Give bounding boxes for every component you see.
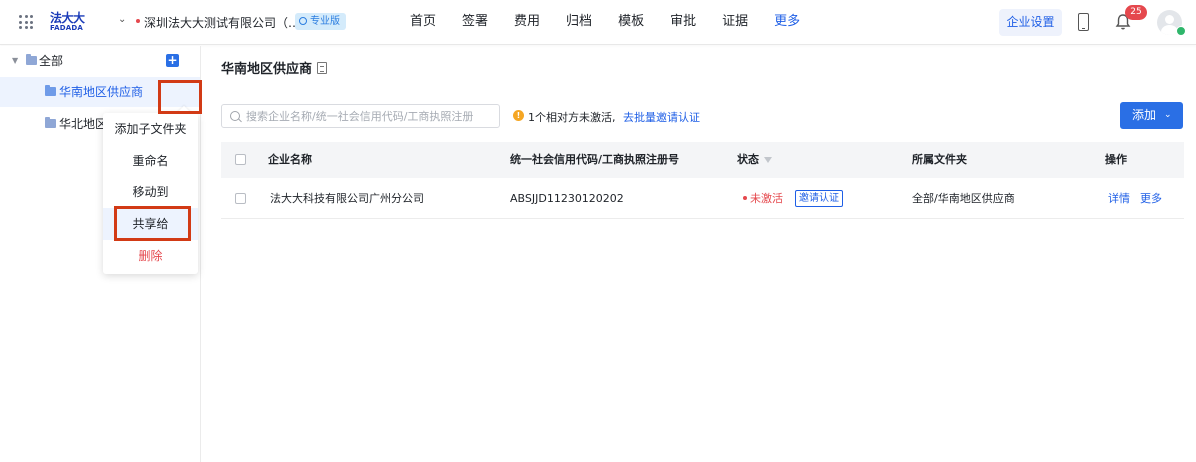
table-row: 法大大科技有限公司广州分公司 ABSJJD11230120202 未激活 邀请认… bbox=[221, 178, 1184, 219]
batch-invite-link[interactable]: 去批量邀请认证 bbox=[623, 109, 700, 125]
diamond-icon bbox=[299, 17, 307, 25]
search-box bbox=[221, 104, 500, 128]
add-button[interactable]: 添加 ⌄ bbox=[1120, 102, 1183, 129]
notice-text: 1个相对方未激活, bbox=[528, 111, 616, 124]
tree-item-label: 华北地区 bbox=[59, 117, 108, 131]
filter-icon[interactable] bbox=[764, 157, 772, 163]
edition-badge-label: 专业版 bbox=[310, 16, 340, 27]
menu-move-to[interactable]: 移动到 bbox=[103, 176, 198, 208]
mobile-icon[interactable] bbox=[1078, 13, 1089, 31]
cell-folder: 全部/华南地区供应商 bbox=[912, 192, 1015, 205]
nav-fees[interactable]: 费用 bbox=[514, 0, 540, 45]
main-content: 华南地区供应商 ! 1个相对方未激活, 去批量邀请认证 添加 ⌄ 企业名称 统一… bbox=[201, 46, 1196, 462]
nav-more[interactable]: 更多 bbox=[774, 0, 800, 45]
nav-sign[interactable]: 签署 bbox=[462, 0, 488, 45]
edition-badge: 专业版 bbox=[295, 13, 346, 30]
verified-icon bbox=[1176, 26, 1186, 36]
caret-down-icon[interactable]: ▼ bbox=[12, 46, 18, 76]
col-company-name: 企业名称 bbox=[268, 153, 312, 166]
invite-verify-button[interactable]: 邀请认证 bbox=[795, 190, 843, 207]
detail-link[interactable]: 详情 bbox=[1108, 178, 1130, 219]
logo-cn: 法大大 bbox=[50, 11, 85, 25]
tree-root[interactable]: ▼ 全部 + bbox=[0, 46, 200, 76]
edit-note-icon[interactable] bbox=[317, 62, 327, 74]
folder-icon bbox=[26, 54, 37, 65]
nav-archive[interactable]: 归档 bbox=[566, 0, 592, 45]
chevron-down-icon: ⌄ bbox=[1164, 110, 1172, 120]
annotation-box-more-trigger bbox=[158, 80, 202, 114]
app-grid-icon[interactable] bbox=[19, 15, 33, 29]
main-nav: 首页 签署 费用 归档 模板 审批 证据 更多 bbox=[410, 0, 826, 45]
tree-item-label: 华南地区供应商 bbox=[59, 85, 144, 99]
add-button-label: 添加 bbox=[1132, 108, 1157, 122]
menu-rename[interactable]: 重命名 bbox=[103, 145, 198, 177]
row-checkbox[interactable] bbox=[235, 193, 246, 204]
table-header: 企业名称 统一社会信用代码/工商执照注册号 状态 所属文件夹 操作 bbox=[221, 142, 1184, 178]
status-label: 未激活 bbox=[750, 192, 783, 205]
cell-credit-code: ABSJJD11230120202 bbox=[510, 192, 624, 205]
menu-add-subfolder[interactable]: 添加子文件夹 bbox=[103, 113, 198, 145]
folder-context-menu: 添加子文件夹 重命名 移动到 共享给 删除 bbox=[103, 113, 198, 274]
cell-status: 未激活 bbox=[743, 178, 783, 219]
warning-icon: ! bbox=[513, 110, 524, 121]
status-dot-icon bbox=[743, 196, 747, 200]
chevron-down-icon[interactable]: ⌄ bbox=[118, 14, 130, 28]
page-title: 华南地区供应商 bbox=[221, 62, 313, 77]
add-folder-icon[interactable]: + bbox=[166, 54, 179, 67]
nav-evidence[interactable]: 证据 bbox=[722, 0, 748, 45]
top-bar: 法大大 FADADA ⌄ 深圳法大大测试有限公司（… 专业版 首页 签署 费用 … bbox=[0, 0, 1196, 45]
col-actions: 操作 bbox=[1105, 153, 1127, 166]
more-link[interactable]: 更多 bbox=[1140, 178, 1162, 219]
nav-home[interactable]: 首页 bbox=[410, 0, 436, 45]
fadada-logo[interactable]: 法大大 FADADA bbox=[50, 11, 90, 33]
logo-en: FADADA bbox=[50, 24, 84, 32]
col-credit-code: 统一社会信用代码/工商执照注册号 bbox=[510, 153, 680, 166]
search-icon bbox=[230, 111, 240, 121]
cell-company-name: 法大大科技有限公司广州分公司 bbox=[270, 192, 424, 205]
search-input[interactable] bbox=[246, 105, 496, 127]
folder-icon bbox=[45, 85, 56, 96]
status-dot-icon bbox=[136, 19, 140, 23]
tree-root-label: 全部 bbox=[39, 54, 64, 68]
folder-icon bbox=[45, 117, 56, 128]
notification-badge: 25 bbox=[1125, 5, 1147, 20]
company-switcher[interactable]: 深圳法大大测试有限公司（… bbox=[144, 14, 300, 31]
annotation-box-share bbox=[114, 206, 191, 241]
col-status-label: 状态 bbox=[737, 153, 759, 166]
menu-delete[interactable]: 删除 bbox=[103, 240, 198, 272]
col-folder: 所属文件夹 bbox=[912, 153, 967, 166]
select-all-checkbox[interactable] bbox=[235, 154, 246, 165]
col-status: 状态 bbox=[737, 142, 772, 178]
nav-templates[interactable]: 模板 bbox=[618, 0, 644, 45]
enterprise-settings-button[interactable]: 企业设置 bbox=[999, 9, 1062, 36]
nav-approval[interactable]: 审批 bbox=[670, 0, 696, 45]
